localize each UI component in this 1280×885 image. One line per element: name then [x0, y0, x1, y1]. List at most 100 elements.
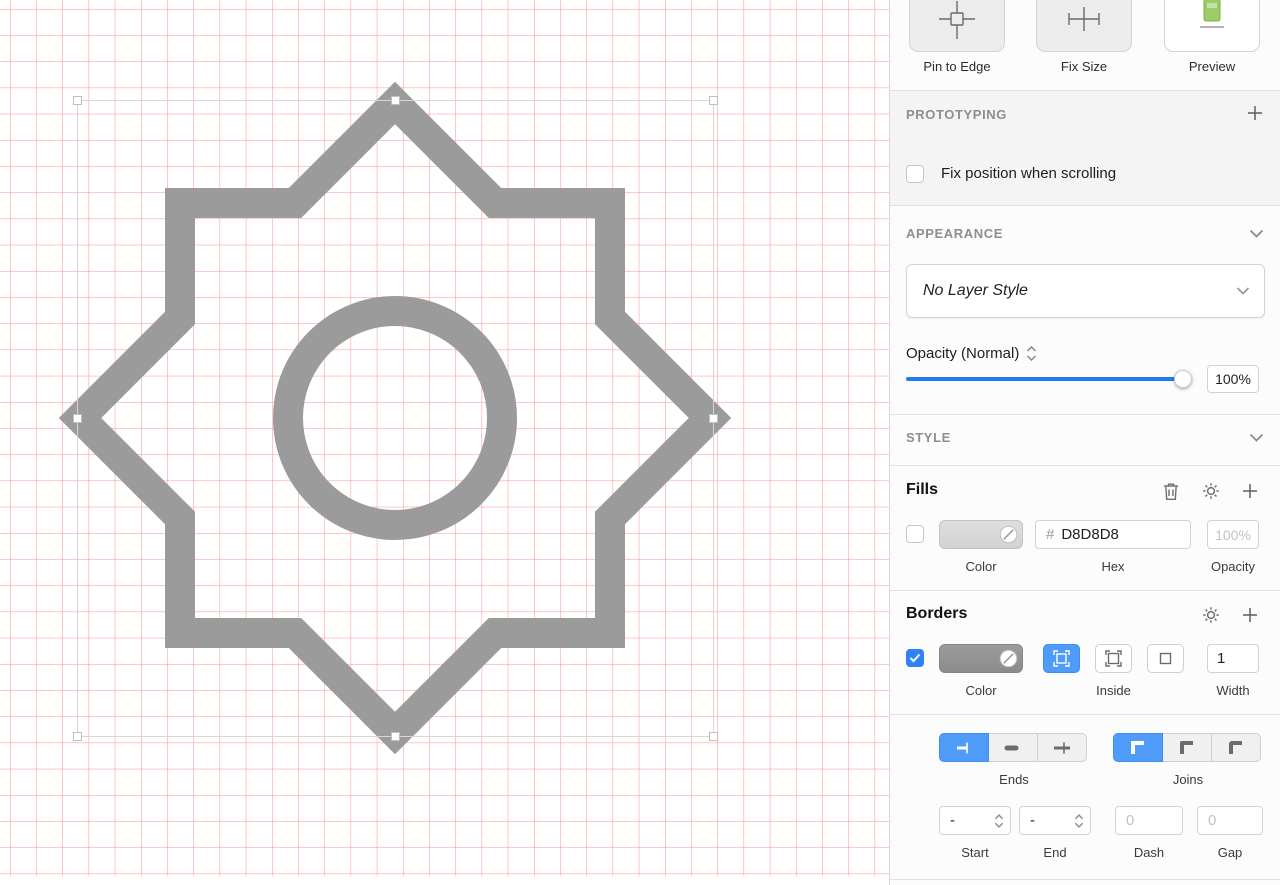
borders-plus-icon[interactable]: [1241, 606, 1259, 624]
selection-handle[interactable]: [73, 414, 82, 423]
border-color-column-label: Color: [965, 683, 997, 698]
horizontal-scrollbar-track[interactable]: [0, 876, 889, 885]
fix-size-button[interactable]: [1036, 0, 1132, 52]
projecting-cap-icon: [1052, 741, 1072, 755]
border-width-field[interactable]: 1: [1207, 644, 1259, 673]
join-bevel-button[interactable]: [1211, 733, 1261, 762]
end-cap-butt-button[interactable]: [939, 733, 989, 762]
fills-trash-icon[interactable]: [1162, 481, 1180, 501]
fix-position-checkbox[interactable]: [906, 165, 924, 183]
fill-opacity-field[interactable]: 100%: [1207, 520, 1259, 549]
fills-title: Fills: [906, 481, 939, 498]
bevel-join-icon: [1228, 740, 1244, 755]
checkmark-icon: [909, 653, 921, 663]
end-stepper-icon: [1074, 813, 1084, 828]
preview-button[interactable]: [1164, 0, 1260, 52]
fix-size-icon: [1064, 0, 1104, 46]
pin-to-edge-button[interactable]: [909, 0, 1005, 52]
selection-handle[interactable]: [709, 96, 718, 105]
pin-to-edge-action[interactable]: Pin to Edge: [909, 0, 1005, 90]
opacity-row: Opacity (Normal): [906, 345, 1037, 362]
pin-to-edge-label: Pin to Edge: [923, 59, 991, 74]
appearance-chevron-down-icon[interactable]: [1249, 229, 1264, 239]
divider: [890, 205, 1280, 206]
selection-handle[interactable]: [73, 96, 82, 105]
border-inside-icon: [1105, 650, 1122, 667]
opacity-value-field[interactable]: 100%: [1207, 365, 1259, 393]
selection-handle[interactable]: [73, 732, 82, 741]
layer-style-dropdown[interactable]: No Layer Style: [906, 264, 1265, 318]
fix-position-label: Fix position when scrolling: [941, 165, 1117, 182]
join-miter-button[interactable]: [1113, 733, 1163, 762]
start-stepper-icon: [994, 813, 1004, 828]
canvas-svg: [0, 0, 889, 885]
border-position-column-label: Inside: [1096, 683, 1131, 698]
gap-column-label: Gap: [1217, 845, 1243, 860]
border-outside-icon: [1157, 650, 1174, 667]
ends-label: Ends: [999, 772, 1029, 787]
selection-handle[interactable]: [709, 732, 718, 741]
borders-title: Borders: [906, 605, 968, 622]
fill-color-swatch[interactable]: [939, 520, 1023, 549]
no-color-icon: [999, 649, 1018, 668]
joins-segmented-control: [1113, 733, 1261, 762]
border-position-center-button[interactable]: [1043, 644, 1080, 673]
preview-label: Preview: [1188, 59, 1236, 74]
border-center-icon: [1053, 650, 1070, 667]
inspector-panel: Pin to Edge Fix Size Preview PROTOTYPING…: [889, 0, 1280, 885]
selection-handle[interactable]: [709, 414, 718, 423]
divider: [890, 465, 1280, 466]
selection-handle[interactable]: [391, 96, 400, 105]
fills-gear-icon[interactable]: [1201, 481, 1221, 501]
divider: [890, 714, 1280, 715]
end-cap-projecting-button[interactable]: [1037, 733, 1087, 762]
ends-segmented-control: [939, 733, 1087, 762]
gap-field[interactable]: 0: [1197, 806, 1263, 835]
no-color-icon: [999, 525, 1018, 544]
border-width-column-label: Width: [1216, 683, 1250, 698]
preview-action[interactable]: Preview: [1164, 0, 1260, 90]
opacity-label: Opacity (Normal): [906, 345, 1020, 362]
layer-style-chevron-down-icon: [1236, 286, 1250, 296]
arrow-end-dropdown[interactable]: -: [1019, 806, 1091, 835]
borders-enabled-checkbox[interactable]: [906, 649, 924, 667]
add-prototype-icon[interactable]: [1246, 104, 1264, 122]
fill-hex-value: D8D8D8: [1061, 526, 1119, 543]
prototyping-section: PROTOTYPING Fix position when scrolling: [890, 91, 1280, 205]
border-position-inside-button[interactable]: [1095, 644, 1132, 673]
fix-size-label: Fix Size: [1060, 59, 1108, 74]
pin-to-edge-icon: [937, 0, 977, 46]
joins-label: Joins: [1172, 772, 1204, 787]
join-round-button[interactable]: [1162, 733, 1212, 762]
fill-opacity-value: 100%: [1215, 526, 1251, 543]
fix-size-action[interactable]: Fix Size: [1036, 0, 1132, 90]
gap-value: 0: [1208, 812, 1217, 829]
round-join-icon: [1179, 740, 1195, 755]
selection-handle[interactable]: [391, 732, 400, 741]
border-color-swatch[interactable]: [939, 644, 1023, 673]
fills-plus-icon[interactable]: [1241, 482, 1259, 500]
opacity-value: 100%: [1215, 371, 1251, 387]
border-position-outside-button[interactable]: [1147, 644, 1184, 673]
start-column-label: Start: [961, 845, 989, 860]
opacity-slider-thumb[interactable]: [1174, 370, 1192, 388]
resizing-actions-row: Pin to Edge Fix Size Preview: [890, 0, 1280, 90]
arrow-start-dropdown[interactable]: -: [939, 806, 1011, 835]
sketch-app-window: Pin to Edge Fix Size Preview PROTOTYPING…: [0, 0, 1280, 885]
fill-hex-column-label: Hex: [1101, 559, 1125, 574]
opacity-slider-track[interactable]: [906, 377, 1191, 381]
dash-field[interactable]: 0: [1115, 806, 1183, 835]
borders-gear-icon[interactable]: [1201, 605, 1221, 625]
style-chevron-down-icon[interactable]: [1249, 433, 1264, 443]
opacity-stepper-icon[interactable]: [1026, 346, 1037, 361]
style-title: STYLE: [906, 430, 951, 445]
fill-hex-field[interactable]: # D8D8D8: [1035, 520, 1191, 549]
round-cap-icon: [1003, 741, 1023, 755]
divider: [890, 414, 1280, 415]
fills-enabled-checkbox[interactable]: [906, 525, 924, 543]
arrow-end-value: -: [1030, 812, 1035, 829]
canvas[interactable]: [0, 0, 889, 885]
preview-icon: [1192, 0, 1232, 46]
fill-color-column-label: Color: [965, 559, 997, 574]
end-cap-round-button[interactable]: [988, 733, 1038, 762]
